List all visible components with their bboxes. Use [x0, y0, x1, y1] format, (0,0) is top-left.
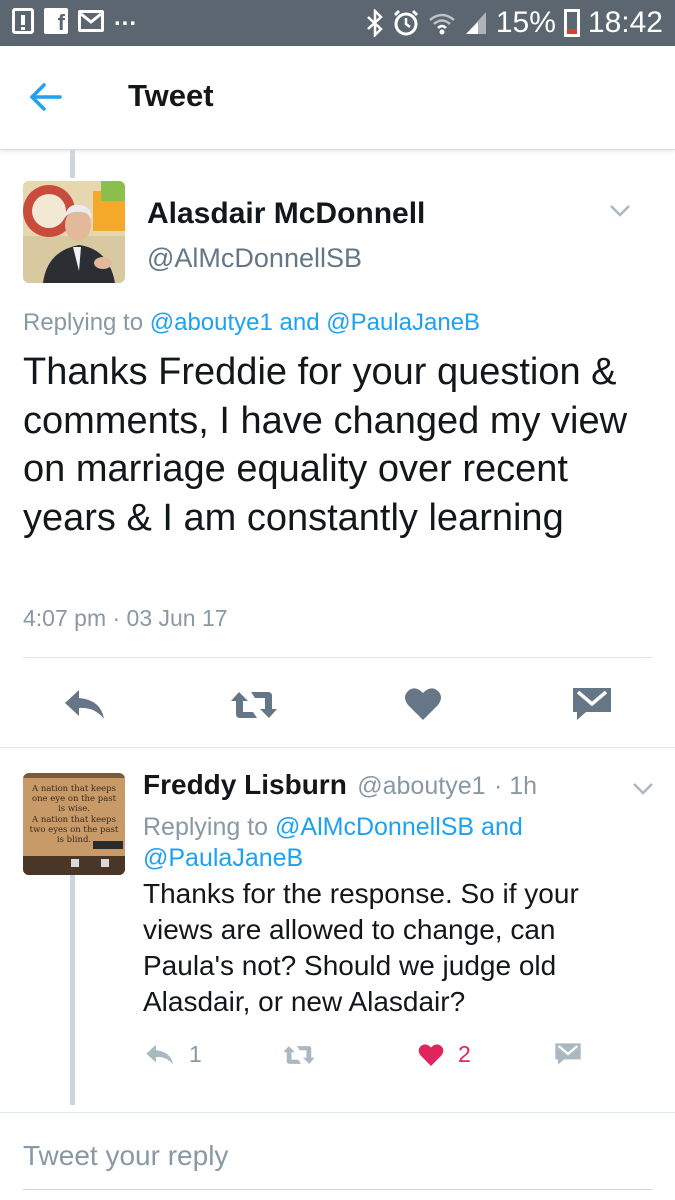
- more-notifications: ...: [114, 4, 138, 31]
- like-icon[interactable]: [404, 687, 442, 721]
- avatar-text-line: is wise.: [58, 804, 90, 814]
- author-name[interactable]: Alasdair McDonnell: [147, 197, 425, 231]
- mention-link[interactable]: @aboutye1: [150, 309, 273, 336]
- thread-line: [70, 875, 75, 1105]
- retweet-icon[interactable]: [229, 688, 279, 722]
- author-handle[interactable]: @aboutye1: [357, 772, 485, 800]
- tweet-text: Thanks Freddie for your question & comme…: [23, 351, 628, 539]
- bluetooth-icon: [367, 9, 383, 37]
- avatar-text-line: two eyes on the past: [30, 825, 119, 835]
- heart-icon: [418, 1043, 444, 1066]
- dm-icon[interactable]: [572, 686, 612, 722]
- tweet-text: Thanks for the response. So if your view…: [143, 878, 579, 1017]
- chevron-down-icon[interactable]: [609, 204, 631, 218]
- status-bar: f ... 15% 18:42: [0, 0, 675, 46]
- alarm-icon: [393, 9, 418, 36]
- avatar-text-line: one eye on the past: [32, 794, 117, 804]
- mail-icon: [78, 10, 104, 32]
- clock: 18:42: [587, 6, 663, 39]
- tweet-timestamp: 4:07 pm · 03 Jun 17: [23, 605, 228, 631]
- battery-percent: 15%: [495, 6, 556, 39]
- avatar-text-line: A nation that keeps: [31, 815, 116, 825]
- mention-link[interactable]: @PaulaJaneB: [326, 309, 480, 336]
- replying-to: Replying to @AlMcDonnellSB and @PaulaJan…: [143, 813, 523, 872]
- app-bar: Tweet: [0, 46, 675, 150]
- arrow-left-icon[interactable]: [26, 78, 64, 116]
- dm-icon[interactable]: [554, 1042, 582, 1066]
- author-name[interactable]: Freddy Lisburn: [143, 769, 347, 800]
- wifi-icon: [429, 13, 455, 35]
- thread-line-top: [70, 150, 75, 178]
- facebook-icon: f: [44, 8, 68, 35]
- signal-icon: [465, 12, 486, 34]
- chevron-down-icon[interactable]: [632, 782, 654, 796]
- divider: [0, 1112, 675, 1113]
- like-button[interactable]: 2: [418, 1041, 471, 1068]
- retweet-icon[interactable]: [282, 1043, 316, 1067]
- reply-compose-input[interactable]: Tweet your reply: [23, 1140, 228, 1172]
- mention-link[interactable]: @AlMcDonnellSB: [275, 813, 474, 841]
- battery-icon: [563, 9, 580, 37]
- reply-header: Freddy Lisburn @aboutye1 · 1h: [143, 769, 537, 801]
- replying-to: Replying to @aboutye1 and @PaulaJaneB: [23, 309, 481, 336]
- alert-icon: [12, 8, 34, 34]
- reply-icon: [146, 1044, 173, 1065]
- author-handle[interactable]: @AlMcDonnellSB: [147, 243, 362, 274]
- divider: [0, 747, 675, 748]
- avatar-text-line: A nation that keeps: [31, 784, 116, 794]
- avatar[interactable]: [23, 181, 125, 283]
- avatar[interactable]: A nation that keeps one eye on the past …: [23, 773, 125, 875]
- page-title: Tweet: [128, 78, 214, 113]
- reply-count: 1: [189, 1041, 202, 1067]
- avatar-text-line: is blind.: [57, 835, 91, 845]
- reply-icon[interactable]: [63, 688, 107, 722]
- mention-link[interactable]: @PaulaJaneB: [143, 844, 303, 872]
- reply-button[interactable]: 1: [145, 1041, 202, 1068]
- divider: [23, 657, 652, 658]
- compose-underline: [23, 1189, 652, 1190]
- like-count: 2: [458, 1041, 471, 1067]
- tweet-time: · 1h: [493, 772, 538, 800]
